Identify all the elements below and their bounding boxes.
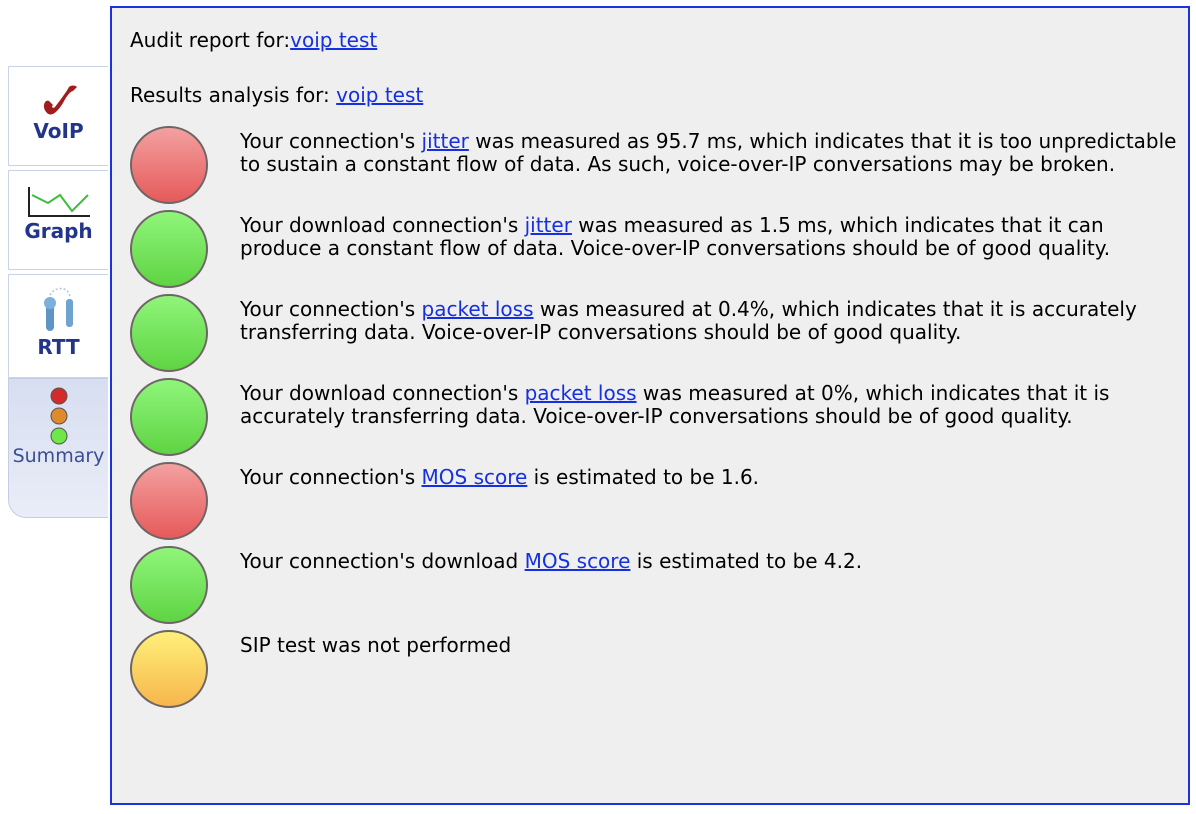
tab-label: RTT bbox=[37, 335, 80, 359]
audit-report-link[interactable]: voip test bbox=[290, 28, 377, 52]
result-text: SIP test was not performed bbox=[240, 633, 512, 657]
result-packet-loss: Your connection's packet loss was measur… bbox=[130, 294, 1180, 378]
result-text: Your download connection's bbox=[240, 213, 525, 237]
tab-voip[interactable]: VoIP bbox=[8, 66, 108, 166]
phone-icon bbox=[43, 85, 77, 115]
results-analysis-link[interactable]: voip test bbox=[336, 83, 423, 107]
traffic-light-icon bbox=[50, 387, 67, 445]
result-sip: SIP test was not performed bbox=[130, 630, 1180, 714]
jitter-link[interactable]: jitter bbox=[422, 129, 469, 153]
status-light-green-icon bbox=[130, 546, 208, 624]
result-text: is estimated to be 1.6. bbox=[527, 465, 760, 489]
sidebar-tabs: VoIP Graph RTT Summary bbox=[0, 0, 112, 814]
mos-score-link[interactable]: MOS score bbox=[422, 465, 528, 489]
status-light-green-icon bbox=[130, 210, 208, 288]
result-jitter: Your connection's jitter was measured as… bbox=[130, 126, 1180, 210]
result-download-jitter: Your download connection's jitter was me… bbox=[130, 210, 1180, 294]
packet-loss-link[interactable]: packet loss bbox=[525, 381, 637, 405]
result-text: Your connection's bbox=[240, 129, 422, 153]
result-download-packet-loss: Your download connection's packet loss w… bbox=[130, 378, 1180, 462]
tab-rtt[interactable]: RTT bbox=[8, 274, 108, 378]
status-light-green-icon bbox=[130, 378, 208, 456]
tab-label: Summary bbox=[12, 445, 105, 467]
packet-loss-link[interactable]: packet loss bbox=[422, 297, 534, 321]
audit-report-line: Audit report for:voip test bbox=[130, 28, 377, 52]
status-light-red-icon bbox=[130, 126, 208, 204]
result-text: Your download connection's bbox=[240, 381, 525, 405]
result-mos: Your connection's MOS score is estimated… bbox=[130, 462, 1180, 546]
result-text: is estimated to be 4.2. bbox=[630, 549, 863, 573]
mos-score-link[interactable]: MOS score bbox=[525, 549, 631, 573]
tab-graph[interactable]: Graph bbox=[8, 170, 108, 270]
jitter-link[interactable]: jitter bbox=[525, 213, 572, 237]
status-light-green-icon bbox=[130, 294, 208, 372]
status-light-red-icon bbox=[130, 462, 208, 540]
summary-panel: Audit report for:voip test Results analy… bbox=[110, 6, 1190, 805]
results-analysis-line: Results analysis for: voip test bbox=[130, 83, 423, 107]
result-download-mos: Your connection's download MOS score is … bbox=[130, 546, 1180, 630]
tab-label: VoIP bbox=[33, 119, 84, 143]
audit-report-label: Audit report for: bbox=[130, 28, 291, 52]
joystick-icon bbox=[43, 287, 73, 331]
result-text: Your connection's bbox=[240, 297, 422, 321]
tab-summary[interactable]: Summary bbox=[8, 378, 108, 518]
result-text: Your connection's bbox=[240, 465, 422, 489]
result-text: Your connection's download bbox=[240, 549, 525, 573]
status-light-yellow-icon bbox=[130, 630, 208, 708]
results-analysis-label: Results analysis for: bbox=[130, 83, 337, 107]
line-graph-icon bbox=[27, 187, 90, 217]
tab-label: Graph bbox=[24, 219, 93, 243]
